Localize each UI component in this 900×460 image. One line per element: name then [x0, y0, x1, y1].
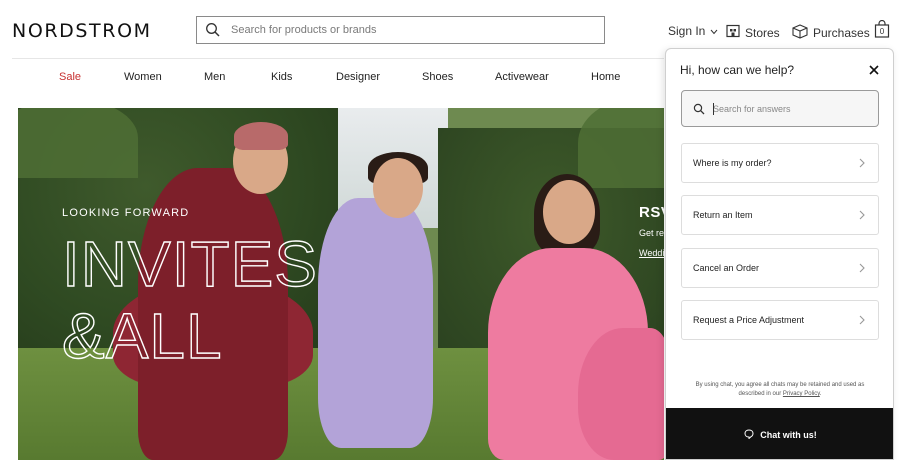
nav-item-sale[interactable]: Sale — [59, 71, 81, 83]
purchases-label: Purchases — [813, 26, 870, 40]
chevron-right-icon — [858, 315, 866, 325]
help-chat-panel: Hi, how can we help? Where is my order? … — [665, 48, 894, 460]
purchases-link[interactable]: Purchases — [792, 24, 870, 42]
chat-disclaimer: By using chat, you agree all chats may b… — [686, 381, 874, 399]
sign-in-label: Sign In — [668, 24, 706, 38]
chat-title: Hi, how can we help? — [680, 63, 795, 77]
close-icon[interactable] — [867, 63, 881, 77]
sign-in-button[interactable]: Sign In — [668, 24, 718, 38]
chevron-right-icon — [858, 158, 866, 168]
disclaimer-line1: By using chat, you agree all chats may b… — [695, 382, 865, 388]
model-pink-ruffle — [578, 328, 664, 460]
hero-side-link[interactable]: Weddi — [639, 248, 664, 258]
help-option-label: Request a Price Adjustment — [693, 315, 805, 325]
help-option-return-an-item[interactable]: Return an Item — [681, 195, 879, 235]
hero-side-title: RSV — [639, 204, 664, 221]
nav-item-shoes[interactable]: Shoes — [422, 71, 453, 83]
chevron-right-icon — [858, 263, 866, 273]
nav-item-home[interactable]: Home — [591, 71, 620, 83]
hero-headline-line1: INVITES — [62, 228, 318, 300]
store-icon — [726, 24, 740, 41]
hero-headline-line2: &ALL — [62, 300, 223, 368]
hero-kicker: LOOKING FORWARD — [62, 207, 190, 219]
chat-with-us-label: Chat with us! — [760, 429, 817, 440]
shopping-bag-icon: 0 — [874, 19, 890, 38]
package-icon — [792, 24, 808, 42]
help-search-input[interactable] — [713, 103, 873, 114]
nav-item-kids[interactable]: Kids — [271, 71, 292, 83]
stores-label: Stores — [745, 25, 780, 40]
model-lilac-face — [373, 158, 423, 218]
nav-item-activewear[interactable]: Activewear — [495, 71, 549, 83]
help-option-request-price-adjustment[interactable]: Request a Price Adjustment — [681, 300, 879, 340]
search-placeholder: Search for products or brands — [231, 24, 377, 36]
privacy-policy-link[interactable]: Privacy Policy — [783, 391, 820, 397]
disclaimer-line2: described in our Privacy Policy. — [686, 390, 874, 399]
chat-bubble-icon — [744, 426, 754, 444]
model-burgundy-hair — [234, 122, 288, 150]
nordstrom-logo[interactable]: NORDSTROM — [12, 20, 152, 42]
main-nav: Sale Women Men Kids Designer Shoes Activ… — [0, 71, 664, 87]
search-icon — [205, 22, 221, 38]
hero-side-subtitle: Get re — [639, 228, 664, 238]
chevron-down-icon — [710, 24, 718, 38]
product-search-input[interactable]: Search for products or brands — [196, 16, 605, 44]
search-icon — [693, 103, 705, 115]
stores-link[interactable]: Stores — [726, 24, 780, 41]
header-divider — [12, 58, 664, 59]
hero-banner[interactable]: LOOKING FORWARD INVITES &ALL RSV Get re … — [18, 108, 664, 460]
help-option-label: Where is my order? — [693, 158, 772, 168]
nav-item-women[interactable]: Women — [124, 71, 162, 83]
hero-palm-left — [18, 108, 138, 178]
help-option-cancel-an-order[interactable]: Cancel an Order — [681, 248, 879, 288]
nav-item-designer[interactable]: Designer — [336, 71, 380, 83]
help-option-where-is-my-order[interactable]: Where is my order? — [681, 143, 879, 183]
text-caret — [713, 103, 714, 115]
hero-headline: INVITES &ALL — [62, 228, 318, 368]
help-option-label: Cancel an Order — [693, 263, 760, 273]
help-search-field[interactable] — [681, 90, 879, 127]
model-pink-face — [543, 180, 595, 244]
help-option-label: Return an Item — [693, 210, 753, 220]
disclaimer-prefix: described in our — [738, 391, 783, 397]
chat-with-us-button[interactable]: Chat with us! — [666, 408, 893, 459]
shopping-bag-button[interactable]: 0 — [874, 19, 890, 38]
model-lilac-dress — [318, 198, 433, 448]
hero-palm-right — [578, 108, 664, 188]
disclaimer-suffix: . — [819, 391, 822, 397]
bag-count: 0 — [879, 27, 885, 36]
chevron-right-icon — [858, 210, 866, 220]
nav-item-men[interactable]: Men — [204, 71, 225, 83]
